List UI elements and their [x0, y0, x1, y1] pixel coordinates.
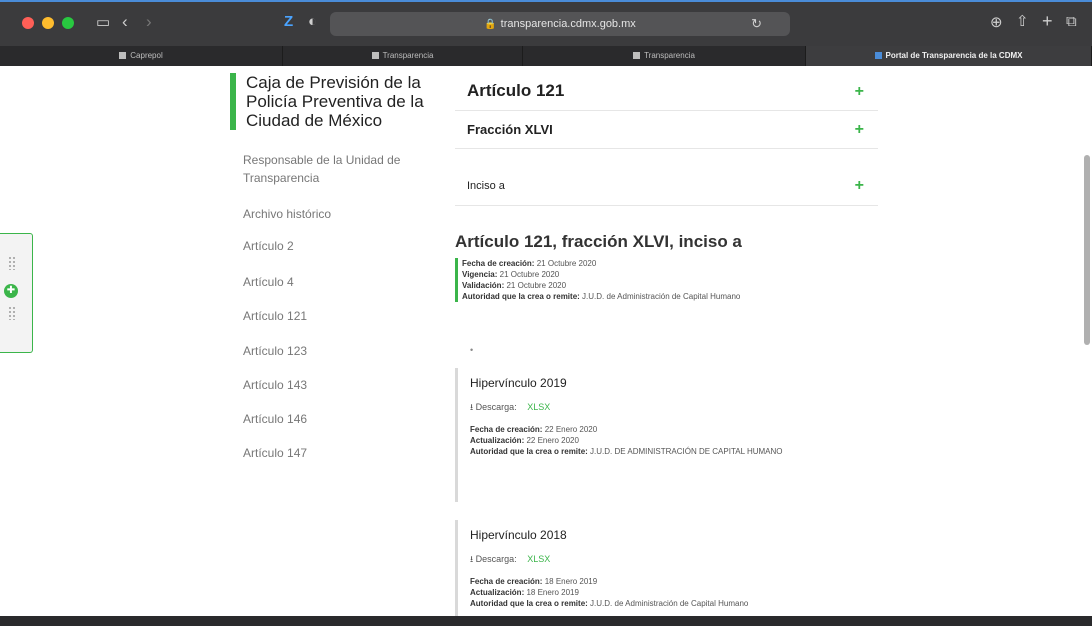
- window-bottom-edge: [0, 616, 1092, 626]
- downloads-icon[interactable]: ⊕: [990, 15, 1003, 31]
- tab-overview-icon[interactable]: ⧉: [1066, 14, 1077, 30]
- tab-portal-transparencia[interactable]: Portal de Transparencia de la CDMX: [806, 46, 1092, 66]
- favicon-icon: [119, 52, 127, 60]
- fecha-label: Fecha de creación:: [470, 577, 543, 586]
- accordion-inciso[interactable]: Inciso a +: [455, 170, 878, 206]
- share-icon[interactable]: ⇧: [1016, 14, 1029, 30]
- validacion-value: 21 Octubre 2020: [506, 281, 567, 290]
- sidebar-item-archivo-historico[interactable]: Archivo histórico: [243, 205, 443, 223]
- accordion-fraccion[interactable]: Fracción XLVI +: [455, 111, 878, 149]
- sidebar-item-articulo-123[interactable]: Artículo 123: [243, 342, 443, 360]
- page-scrollbar[interactable]: [1084, 155, 1090, 345]
- actualizacion-value: 18 Enero 2019: [526, 588, 579, 597]
- tab-transparencia-2[interactable]: Transparencia: [523, 46, 806, 66]
- accordion-inciso-label: Inciso a: [467, 180, 505, 192]
- actualizacion-label: Actualización:: [470, 436, 525, 445]
- expand-plus-icon[interactable]: +: [855, 121, 864, 139]
- fecha-value: 21 Octubre 2020: [536, 259, 597, 268]
- download-xlsx-link[interactable]: XLSX: [527, 402, 550, 412]
- sidebar-item-articulo-4[interactable]: Artículo 4: [243, 273, 443, 291]
- actualizacion-label: Actualización:: [470, 588, 525, 597]
- validacion-label: Validación:: [462, 281, 505, 290]
- card-title: Hipervínculo 2019: [470, 376, 567, 390]
- actualizacion-value: 22 Enero 2020: [526, 436, 579, 445]
- sidebar-item-articulo-147[interactable]: Artículo 147: [243, 444, 443, 462]
- card-title: Hipervínculo 2018: [470, 528, 567, 542]
- section-metadata: Fecha de creación: 21 Octubre 2020 Vigen…: [455, 258, 740, 302]
- card-metadata: Fecha de creación: 18 Enero 2019 Actuali…: [470, 576, 875, 609]
- vigencia-label: Vigencia:: [462, 270, 498, 279]
- accordion-articulo-label: Artículo 121: [467, 81, 565, 100]
- address-text: transparencia.cdmx.gob.mx: [500, 18, 636, 30]
- vigencia-value: 21 Octubre 2020: [499, 270, 560, 279]
- accessibility-icon[interactable]: ✚: [4, 284, 18, 298]
- expand-plus-icon[interactable]: +: [855, 177, 864, 195]
- favicon-icon: [371, 52, 379, 60]
- tab-caprepol[interactable]: Caprepol: [0, 46, 283, 66]
- download-icon: ⭳: [470, 402, 474, 412]
- autoridad-label: Autoridad que la crea o remite:: [462, 292, 580, 301]
- accordion-fraccion-label: Fracción XLVI: [467, 122, 553, 137]
- fecha-label: Fecha de creación:: [462, 259, 535, 268]
- new-tab-icon[interactable]: +: [1042, 12, 1053, 30]
- hipervinculo-card-2019: Hipervínculo 2019 ⭳ Descarga: XLSX Fecha…: [455, 368, 875, 502]
- accessibility-widget[interactable]: ✚: [0, 233, 33, 353]
- card-metadata: Fecha de creación: 22 Enero 2020 Actuali…: [470, 424, 875, 457]
- favicon-icon: [874, 52, 882, 60]
- extension-z-icon[interactable]: Z: [284, 14, 293, 30]
- expand-plus-icon[interactable]: +: [855, 83, 864, 101]
- sidebar-item-articulo-143[interactable]: Artículo 143: [243, 376, 443, 394]
- bullet-dot: •: [470, 345, 474, 355]
- download-icon: ⭳: [470, 554, 474, 564]
- privacy-shield-icon[interactable]: ◐: [308, 14, 317, 30]
- institution-title: Caja de Previsión de la Policía Preventi…: [230, 73, 446, 130]
- autoridad-value: J.U.D. de Administración de Capital Huma…: [582, 292, 741, 301]
- autoridad-label: Autoridad que la crea o remite:: [470, 599, 588, 608]
- tab-label: Transparencia: [382, 51, 434, 60]
- sidebar-item-articulo-146[interactable]: Artículo 146: [243, 410, 443, 428]
- section-title: Artículo 121, fracción XLVI, inciso a: [455, 232, 742, 251]
- download-label: Descarga:: [475, 554, 517, 564]
- tab-label: Portal de Transparencia de la CDMX: [885, 51, 1023, 60]
- minimize-window-button[interactable]: [42, 17, 54, 29]
- reload-icon[interactable]: ↻: [751, 12, 762, 36]
- autoridad-value: J.U.D. DE ADMINISTRACIÓN DE CAPITAL HUMA…: [590, 447, 783, 456]
- drag-handle-icon[interactable]: [8, 256, 16, 270]
- hipervinculo-card-2018: Hipervínculo 2018 ⭳ Descarga: XLSX Fecha…: [455, 520, 875, 620]
- autoridad-label: Autoridad que la crea o remite:: [470, 447, 588, 456]
- maximize-window-button[interactable]: [62, 17, 74, 29]
- tab-bar: Caprepol Transparencia Transparencia Por…: [0, 46, 1092, 66]
- close-window-button[interactable]: [22, 17, 34, 29]
- back-icon[interactable]: ‹: [122, 13, 128, 30]
- fecha-value: 18 Enero 2019: [544, 577, 598, 586]
- download-row: ⭳ Descarga: XLSX: [470, 552, 875, 568]
- tab-label: Caprepol: [130, 51, 163, 60]
- drag-handle-icon[interactable]: [8, 306, 16, 320]
- lock-icon: 🔒: [484, 19, 497, 30]
- download-xlsx-link[interactable]: XLSX: [527, 554, 550, 564]
- favicon-icon: [633, 52, 641, 60]
- fecha-label: Fecha de creación:: [470, 425, 543, 434]
- autoridad-value: J.U.D. de Administración de Capital Huma…: [590, 599, 749, 608]
- sidebar-item-responsable[interactable]: Responsable de la Unidad de Transparenci…: [243, 151, 443, 187]
- fecha-value: 22 Enero 2020: [544, 425, 598, 434]
- sidebar-item-articulo-2[interactable]: Artículo 2: [243, 237, 443, 255]
- download-row: ⭳ Descarga: XLSX: [470, 400, 875, 416]
- accordion-articulo[interactable]: Artículo 121 +: [455, 73, 878, 111]
- sidebar-item-articulo-121[interactable]: Artículo 121: [243, 307, 443, 325]
- address-bar[interactable]: 🔒 transparencia.cdmx.gob.mx ↻: [330, 12, 790, 36]
- browser-toolbar: ▭ ‹ › Z ◐ 🔒 transparencia.cdmx.gob.mx ↻ ⊕…: [0, 0, 1092, 46]
- download-label: Descarga:: [475, 402, 517, 412]
- forward-icon[interactable]: ›: [146, 13, 152, 30]
- tab-label: Transparencia: [644, 51, 695, 60]
- tab-transparencia-1[interactable]: Transparencia: [283, 46, 523, 66]
- sidebar-toggle-icon[interactable]: ▭: [96, 15, 110, 31]
